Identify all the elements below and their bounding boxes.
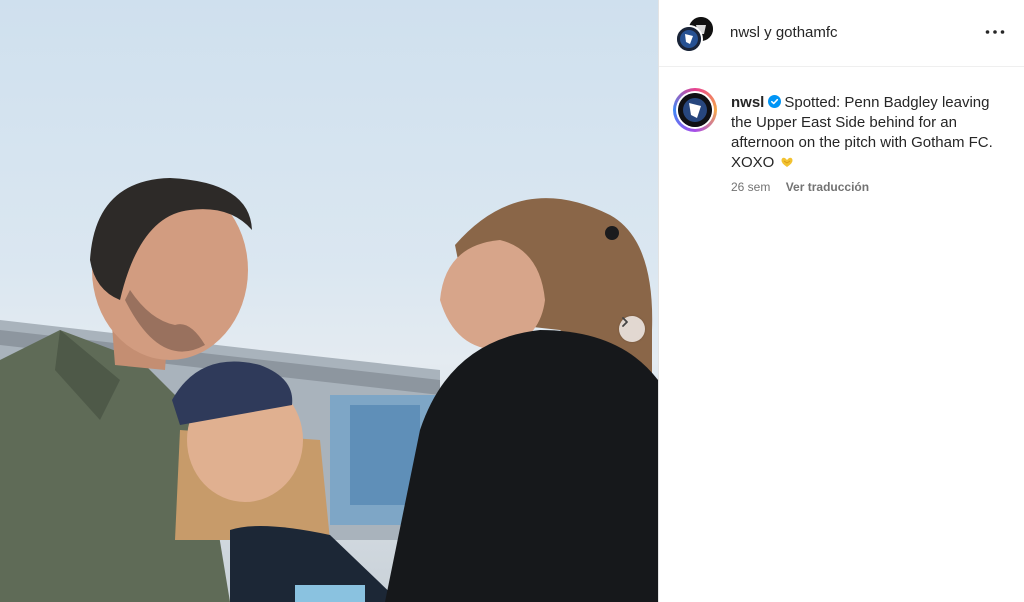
post-header: nwsl y gothamfc [659,0,1024,67]
post-photo[interactable] [0,0,658,602]
chevron-right-icon [622,317,628,327]
post-side-panel: nwsl y gothamfc nwsl Spotted: Penn Badgle… [659,0,1024,602]
heart-hands-emoji [779,155,795,169]
caption-meta: 26 sem Ver traducción [731,180,869,194]
caption-avatar[interactable] [673,88,717,132]
caption-text-block: nwsl Spotted: Penn Badgley leaving the Up… [731,93,1011,173]
more-options-button[interactable] [984,20,1006,44]
post-time[interactable]: 26 sem [731,180,770,194]
photo-illustration [0,178,658,602]
verified-badge-icon [768,94,782,108]
more-options-icon [985,30,1005,34]
avatar-nwsl [675,25,703,53]
next-photo-button[interactable] [619,316,645,342]
collab-avatars[interactable] [675,15,715,53]
caption-username[interactable]: nwsl [731,94,764,111]
post-header-title[interactable]: nwsl y gothamfc [730,24,838,41]
translate-link[interactable]: Ver traducción [786,180,869,194]
